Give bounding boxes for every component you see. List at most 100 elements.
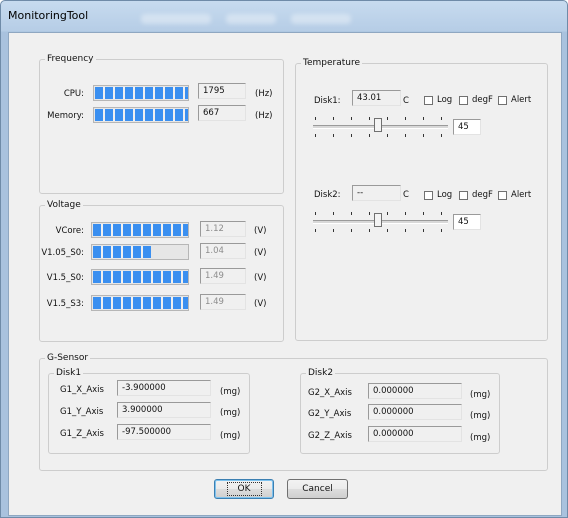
- g2-y-axis-label: G2_Y_Axis: [308, 409, 352, 419]
- frequency-group-title: Frequency: [45, 54, 96, 65]
- v15-s3-progress-bar: [91, 295, 189, 311]
- disk2-log-label: Log: [437, 190, 453, 200]
- slider-tick: [315, 134, 316, 137]
- memory-frequency-field[interactable]: 667: [198, 105, 246, 121]
- slider-thumb[interactable]: [374, 213, 382, 227]
- v15-s0-field: 1.49: [200, 268, 246, 284]
- slider-tick: [369, 212, 370, 215]
- gsensor-disk1-group: Disk1 G1_X_Axis -3.900000 (mg) G1_Y_Axis…: [48, 368, 250, 454]
- vcore-field: 1.12: [200, 221, 246, 237]
- gsensor-disk1-title: Disk1: [54, 368, 84, 379]
- slider-tick: [405, 134, 406, 137]
- g2-y-axis-field[interactable]: 0.000000: [368, 404, 462, 420]
- disk2-degf-checkbox[interactable]: [459, 191, 468, 200]
- disk1-threshold-field[interactable]: 45: [453, 119, 481, 135]
- slider-tick: [423, 134, 424, 137]
- g1-y-axis-unit: (mg): [220, 408, 241, 418]
- window-title: MonitoringTool: [8, 9, 89, 22]
- cpu-progress-bar: [93, 85, 189, 101]
- slider-tick: [387, 134, 388, 137]
- v15-s0-progress-bar: [91, 269, 189, 285]
- slider-tick: [351, 134, 352, 137]
- vcore-unit: (V): [254, 226, 267, 236]
- disk2-threshold-field[interactable]: 45: [453, 214, 481, 230]
- slider-tick: [423, 212, 424, 215]
- temperature-group-title: Temperature: [301, 58, 363, 69]
- disk2-temp-slider[interactable]: [313, 210, 448, 234]
- vcore-progress-fill: [93, 224, 188, 236]
- g1-x-axis-unit: (mg): [220, 387, 241, 397]
- monitoring-tool-window: MonitoringTool Frequency CPU: 1795 (Hz) …: [0, 0, 568, 518]
- frequency-group: Frequency CPU: 1795 (Hz) Memory: 667 (Hz…: [39, 54, 284, 194]
- disk1-degf-label: degF: [472, 95, 493, 105]
- v15-s0-progress-fill: [93, 271, 188, 283]
- g2-z-axis-field[interactable]: 0.000000: [368, 426, 462, 442]
- g2-x-axis-unit: (mg): [470, 390, 491, 400]
- v15-s3-field: 1.49: [200, 294, 246, 310]
- g1-y-axis-label: G1_Y_Axis: [60, 407, 104, 417]
- cpu-progress-fill: [95, 87, 188, 99]
- disk1-log-checkbox[interactable]: [424, 96, 433, 105]
- disk1-temp-field[interactable]: 43.01: [352, 90, 401, 106]
- slider-tick: [387, 229, 388, 232]
- g2-z-axis-unit: (mg): [470, 433, 491, 443]
- memory-progress-fill: [95, 109, 188, 121]
- slider-tick: [333, 212, 334, 215]
- slider-tick: [423, 117, 424, 120]
- memory-progress-bar: [93, 107, 189, 123]
- g1-y-axis-field[interactable]: 3.900000: [117, 402, 211, 418]
- disk2-temp-field[interactable]: --: [352, 185, 401, 201]
- disk1-alert-checkbox[interactable]: [498, 96, 507, 105]
- disk2-temp-label: Disk2:: [314, 190, 341, 200]
- slider-tick: [315, 212, 316, 215]
- gsensor-group: G-Sensor Disk1 G1_X_Axis -3.900000 (mg) …: [39, 353, 548, 471]
- disk1-temp-slider[interactable]: [313, 115, 448, 139]
- v15-s0-label: V1.5_S0:: [46, 273, 84, 283]
- slider-tick: [351, 229, 352, 232]
- gsensor-disk2-group: Disk2 G2_X_Axis 0.000000 (mg) G2_Y_Axis …: [300, 368, 500, 454]
- disk1-temp-unit: C: [403, 96, 409, 106]
- vcore-progress-bar: [91, 222, 189, 238]
- g2-x-axis-field[interactable]: 0.000000: [368, 383, 462, 399]
- slider-tick: [441, 229, 442, 232]
- disk1-degf-checkbox[interactable]: [459, 96, 468, 105]
- slider-tick: [387, 117, 388, 120]
- v15-s3-label: V1.5_S3:: [46, 299, 84, 309]
- v105-s0-progress-bar: [91, 244, 189, 260]
- slider-tick: [387, 212, 388, 215]
- dialog-client-area: Frequency CPU: 1795 (Hz) Memory: 667 (Hz…: [8, 32, 562, 516]
- g1-z-axis-field[interactable]: -97.500000: [117, 424, 211, 440]
- title-blur-decoration: [291, 14, 351, 24]
- gsensor-disk2-title: Disk2: [306, 368, 336, 379]
- disk1-alert-label: Alert: [511, 95, 532, 105]
- slider-tick: [369, 229, 370, 232]
- disk2-log-checkbox[interactable]: [424, 191, 433, 200]
- memory-label: Memory:: [47, 111, 84, 121]
- slider-tick: [441, 212, 442, 215]
- slider-tick: [315, 229, 316, 232]
- slider-tick: [369, 117, 370, 120]
- g1-x-axis-field[interactable]: -3.900000: [117, 380, 211, 396]
- title-blur-decoration: [226, 14, 276, 24]
- slider-thumb[interactable]: [374, 118, 382, 132]
- title-bar[interactable]: MonitoringTool: [1, 1, 567, 32]
- slider-tick: [423, 229, 424, 232]
- vcore-label: VCore:: [55, 226, 84, 236]
- g2-x-axis-label: G2_X_Axis: [308, 388, 352, 398]
- slider-tick: [405, 229, 406, 232]
- slider-tick: [351, 117, 352, 120]
- g1-z-axis-unit: (mg): [220, 431, 241, 441]
- voltage-group: Voltage VCore: 1.12 (V) V1.05_S0: 1.04 (…: [39, 200, 284, 342]
- v15-s3-progress-fill: [93, 297, 188, 309]
- slider-tick: [315, 117, 316, 120]
- gsensor-group-title: G-Sensor: [45, 353, 91, 364]
- ok-button[interactable]: OK: [214, 479, 274, 499]
- v15-s0-unit: (V): [254, 273, 267, 283]
- cpu-frequency-field[interactable]: 1795: [198, 83, 246, 99]
- cancel-button[interactable]: Cancel: [287, 479, 348, 499]
- disk2-alert-checkbox[interactable]: [498, 191, 507, 200]
- voltage-group-title: Voltage: [45, 200, 83, 211]
- disk2-degf-label: degF: [472, 190, 493, 200]
- v105-s0-progress-fill: [93, 246, 151, 258]
- slider-tick: [441, 117, 442, 120]
